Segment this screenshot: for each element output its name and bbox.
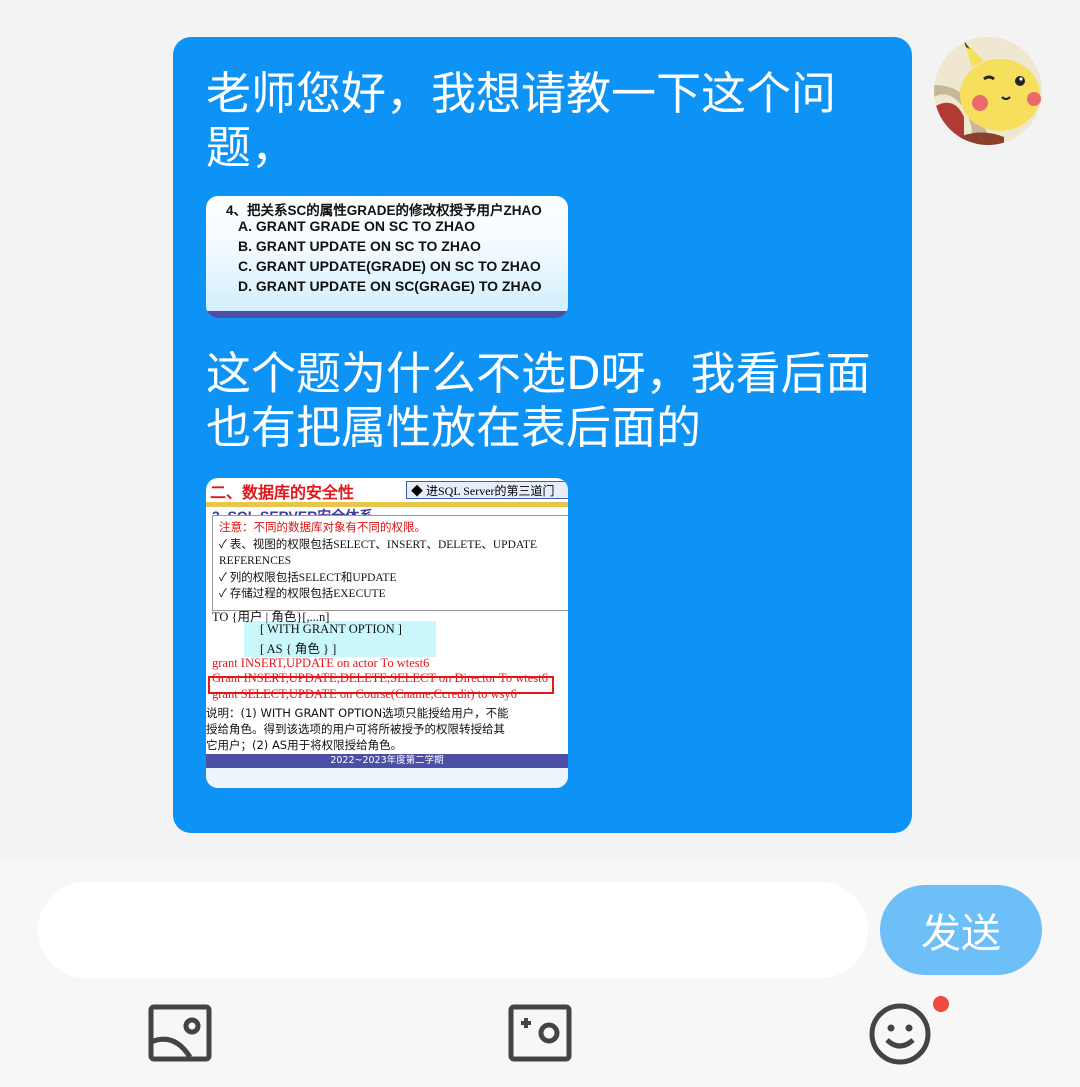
note-title: 注意：不同的数据库对象有不同的权限。 — [219, 522, 426, 534]
notification-badge — [933, 996, 949, 1012]
camera-icon — [508, 1004, 572, 1062]
message-text-1: 老师您好，我想请教一下这个问题， — [206, 67, 837, 174]
option-c: C. GRANT UPDATE(GRADE) ON SC TO ZHAO — [238, 258, 541, 274]
note-item: ✓ 列的权限包括SELECT和UPDATE — [219, 571, 397, 584]
explain-line: 它用户；(2) AS用于将权限授给角色。 — [206, 738, 403, 752]
send-button[interactable]: 发送 — [880, 885, 1042, 975]
slide-title: 二、数据库的安全性 — [210, 483, 355, 502]
question-image[interactable]: 4、把关系SC的属性GRADE的修改权授予用户ZHAO A. GRANT GRA… — [206, 196, 568, 318]
message-text-2: 这个题为什么不选D呀，我看后面也有把属性放在表后面的 — [206, 347, 871, 454]
image-button[interactable] — [148, 1002, 212, 1066]
message-bubble[interactable]: 老师您好，我想请教一下这个问题， 4、把关系SC的属性GRADE的修改权授予用户… — [173, 37, 912, 833]
note-item: REFERENCES — [219, 555, 292, 567]
syntax-line: [ WITH GRANT OPTION ] — [260, 622, 402, 636]
option-a: A. GRANT GRADE ON SC TO ZHAO — [238, 218, 475, 234]
slide-bottom-area — [206, 768, 568, 788]
slide-note: 注意：不同的数据库对象有不同的权限。 ✓ 表、视图的权限包括SELECT、INS… — [212, 515, 568, 611]
slide-footer: 2022~2023年度第二学期 — [206, 754, 568, 768]
syntax-line: [ AS { 角色 } ] — [260, 642, 337, 656]
option-d: D. GRANT UPDATE ON SC(GRAGE) TO ZHAO — [238, 278, 542, 294]
highlight-box — [208, 676, 554, 694]
chat-area: 老师您好，我想请教一下这个问题， 4、把关系SC的属性GRADE的修改权授予用户… — [0, 0, 1080, 860]
note-item: ✓ 表、视图的权限包括SELECT、INSERT、DELETE、UPDATE — [219, 538, 537, 551]
question-text: 4、把关系SC的属性GRADE的修改权授予用户ZHAO — [226, 203, 542, 218]
reference-image[interactable]: 二、数据库的安全性 ◆ 进SQL Server的第三道门 3. SQL SERV… — [206, 478, 568, 788]
note-item: ✓ 存储过程的权限包括EXECUTE — [219, 588, 386, 600]
emoji-button[interactable] — [868, 1002, 932, 1066]
pikachu-avatar-icon — [934, 37, 1042, 145]
emoji-icon — [869, 1003, 931, 1065]
camera-button[interactable] — [508, 1002, 572, 1066]
avatar[interactable] — [934, 37, 1042, 145]
slide-nav-box: ◆ 进SQL Server的第三道门 — [406, 481, 568, 499]
image-icon — [148, 1004, 212, 1062]
explain-line: 说明：(1) WITH GRANT OPTION选项只能授给用户，不能 — [206, 706, 509, 720]
slide-explanation: 说明：(1) WITH GRANT OPTION选项只能授给用户，不能 授给角色… — [206, 705, 556, 759]
explain-line: 授给角色。得到该选项的用户可将所被授予的权限转授给其 — [206, 722, 505, 736]
message-input[interactable] — [38, 882, 868, 978]
example-line: grant INSERT,UPDATE on actor To wtest6 — [212, 656, 430, 670]
option-b: B. GRANT UPDATE ON SC TO ZHAO — [238, 238, 481, 254]
slide-footer-bar — [206, 311, 568, 318]
